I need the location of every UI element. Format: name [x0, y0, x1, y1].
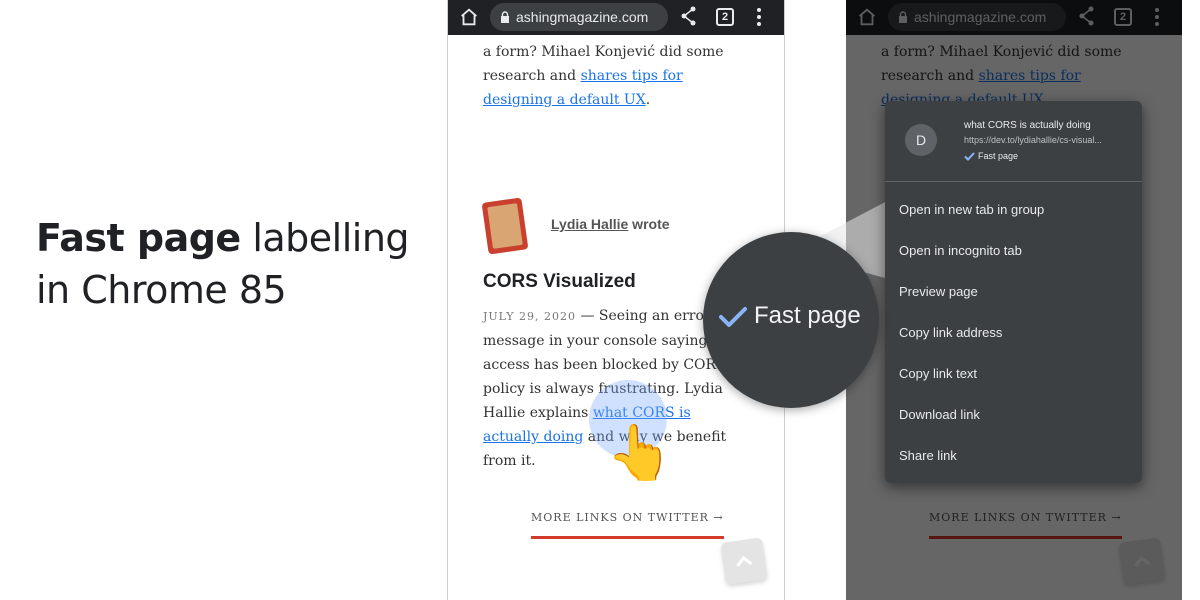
context-menu-header: D what CORS is actually doing https://de… [885, 101, 1142, 182]
menu-item-open-incognito-tab[interactable]: Open in incognito tab [899, 243, 1022, 258]
fast-page-badge: Fast page [964, 151, 1019, 162]
link-url: https://dev.to/lydiahallie/cs-visual... [964, 135, 1102, 145]
menu-item-download-link[interactable]: Download link [899, 407, 980, 422]
menu-item-share-link[interactable]: Share link [899, 448, 957, 463]
menu-item-preview-page[interactable]: Preview page [899, 284, 978, 299]
fast-page-callout: Fast page [703, 232, 879, 408]
callout-label: Fast page [754, 302, 861, 329]
link-title: what CORS is actually doing [964, 120, 1091, 131]
link-context-menu: D what CORS is actually doing https://de… [885, 101, 1142, 483]
checkmark-icon [719, 307, 747, 327]
fast-page-text: Fast page [978, 151, 1019, 161]
menu-item-copy-link-address[interactable]: Copy link address [899, 325, 1002, 340]
site-favicon: D [905, 124, 937, 156]
menu-item-copy-link-text[interactable]: Copy link text [899, 366, 977, 381]
menu-item-open-new-tab-in-group[interactable]: Open in new tab in group [899, 202, 1044, 217]
checkmark-icon [964, 152, 975, 162]
